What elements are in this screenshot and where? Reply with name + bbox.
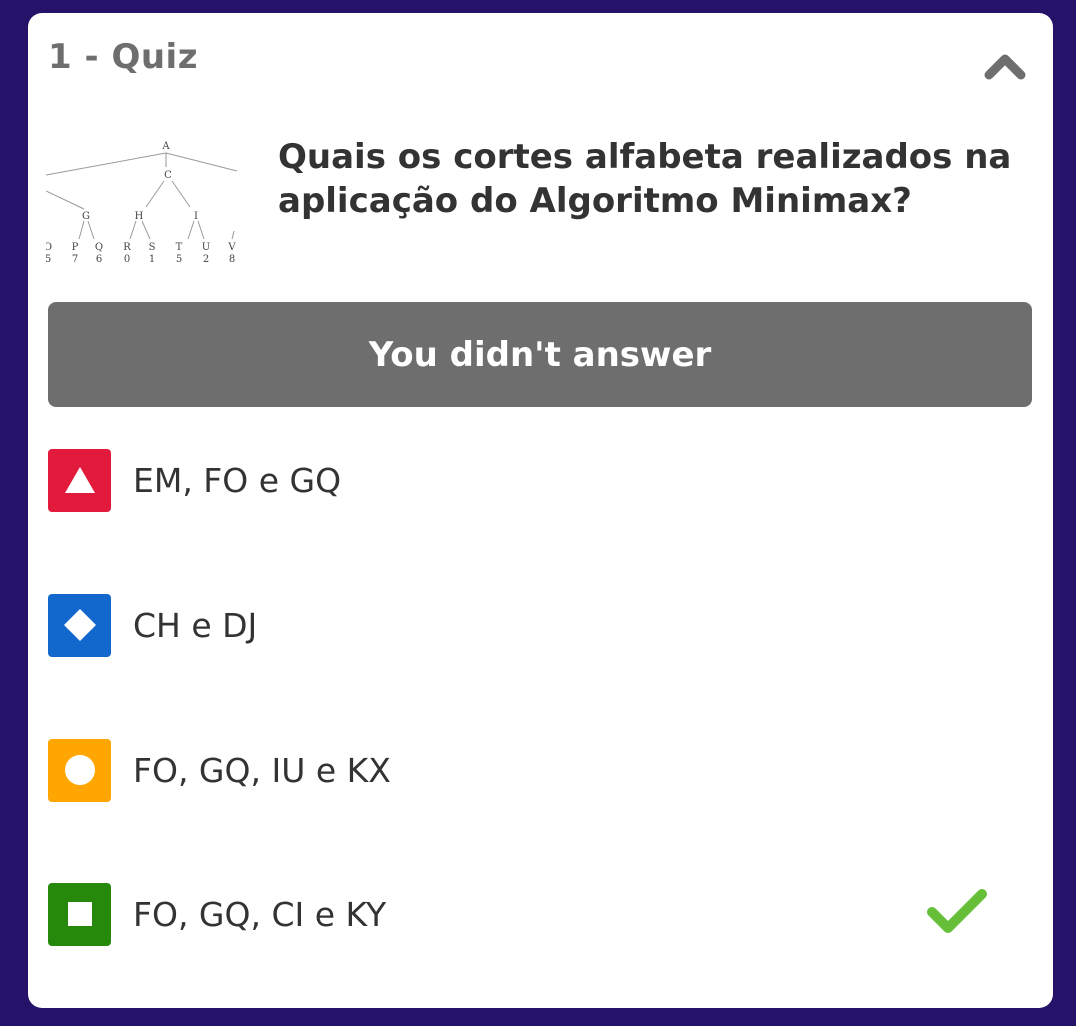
tree-leaf-value: 7 — [72, 254, 78, 263]
tree-leaf-label: O — [46, 242, 52, 253]
option-shape-box — [48, 593, 111, 657]
tree-leaf-label: P — [72, 242, 79, 253]
tree-leaf-value: 1 — [149, 254, 155, 263]
tree-node-label: G — [82, 211, 90, 222]
option-shape-box — [48, 448, 111, 512]
option-shape-box — [48, 738, 111, 802]
answer-option-2[interactable]: CH e DJ — [48, 593, 1032, 657]
option-label: FO, GQ, CI e KY — [133, 894, 387, 934]
quiz-title: 1 - Quiz — [48, 37, 198, 77]
quiz-card: 1 - Quiz A C G H I O P Q R S T U V 5 7 6… — [28, 13, 1053, 1008]
chevron-up-icon — [984, 54, 1026, 80]
option-shape-box — [48, 882, 111, 946]
diamond-icon — [63, 609, 96, 641]
tree-leaf-value: 5 — [176, 254, 182, 263]
tree-leaf-value: 2 — [203, 254, 209, 263]
tree-leaf-label: S — [149, 242, 156, 253]
answer-option-3[interactable]: FO, GQ, IU e KX — [48, 738, 1032, 802]
tree-leaf-value: 5 — [46, 254, 51, 263]
minimax-tree-image: A C G H I O P Q R S T U V 5 7 6 0 1 5 2 … — [46, 141, 238, 263]
tree-node-label: I — [194, 211, 198, 222]
question-text: Quais os cortes alfabeta realizados na a… — [278, 137, 1012, 221]
tree-node-label: H — [135, 211, 144, 222]
tree-leaf-label: R — [123, 242, 131, 253]
option-label: EM, FO e GQ — [133, 460, 342, 500]
tree-leaf-label: Q — [95, 242, 103, 253]
tree-leaf-label: V — [227, 242, 236, 253]
triangle-icon — [64, 467, 95, 493]
tree-leaf-label: T — [176, 242, 183, 253]
answer-status-banner: You didn't answer — [48, 302, 1032, 407]
tree-leaf-value: 0 — [124, 254, 130, 263]
tree-leaf-value: 6 — [96, 254, 102, 263]
option-label: CH e DJ — [133, 605, 258, 645]
collapse-button[interactable] — [983, 47, 1027, 81]
square-icon — [67, 902, 92, 926]
option-label: FO, GQ, IU e KX — [133, 750, 391, 790]
tree-root-label: A — [161, 141, 170, 152]
circle-icon — [64, 755, 95, 785]
answer-option-4[interactable]: FO, GQ, CI e KY — [48, 882, 1032, 946]
answer-option-1[interactable]: EM, FO e GQ — [48, 448, 1032, 512]
tree-leaf-value: 8 — [229, 254, 235, 263]
tree-leaf-label: U — [202, 242, 210, 253]
tree-child-label: C — [164, 170, 172, 181]
checkmark-icon — [927, 889, 987, 933]
